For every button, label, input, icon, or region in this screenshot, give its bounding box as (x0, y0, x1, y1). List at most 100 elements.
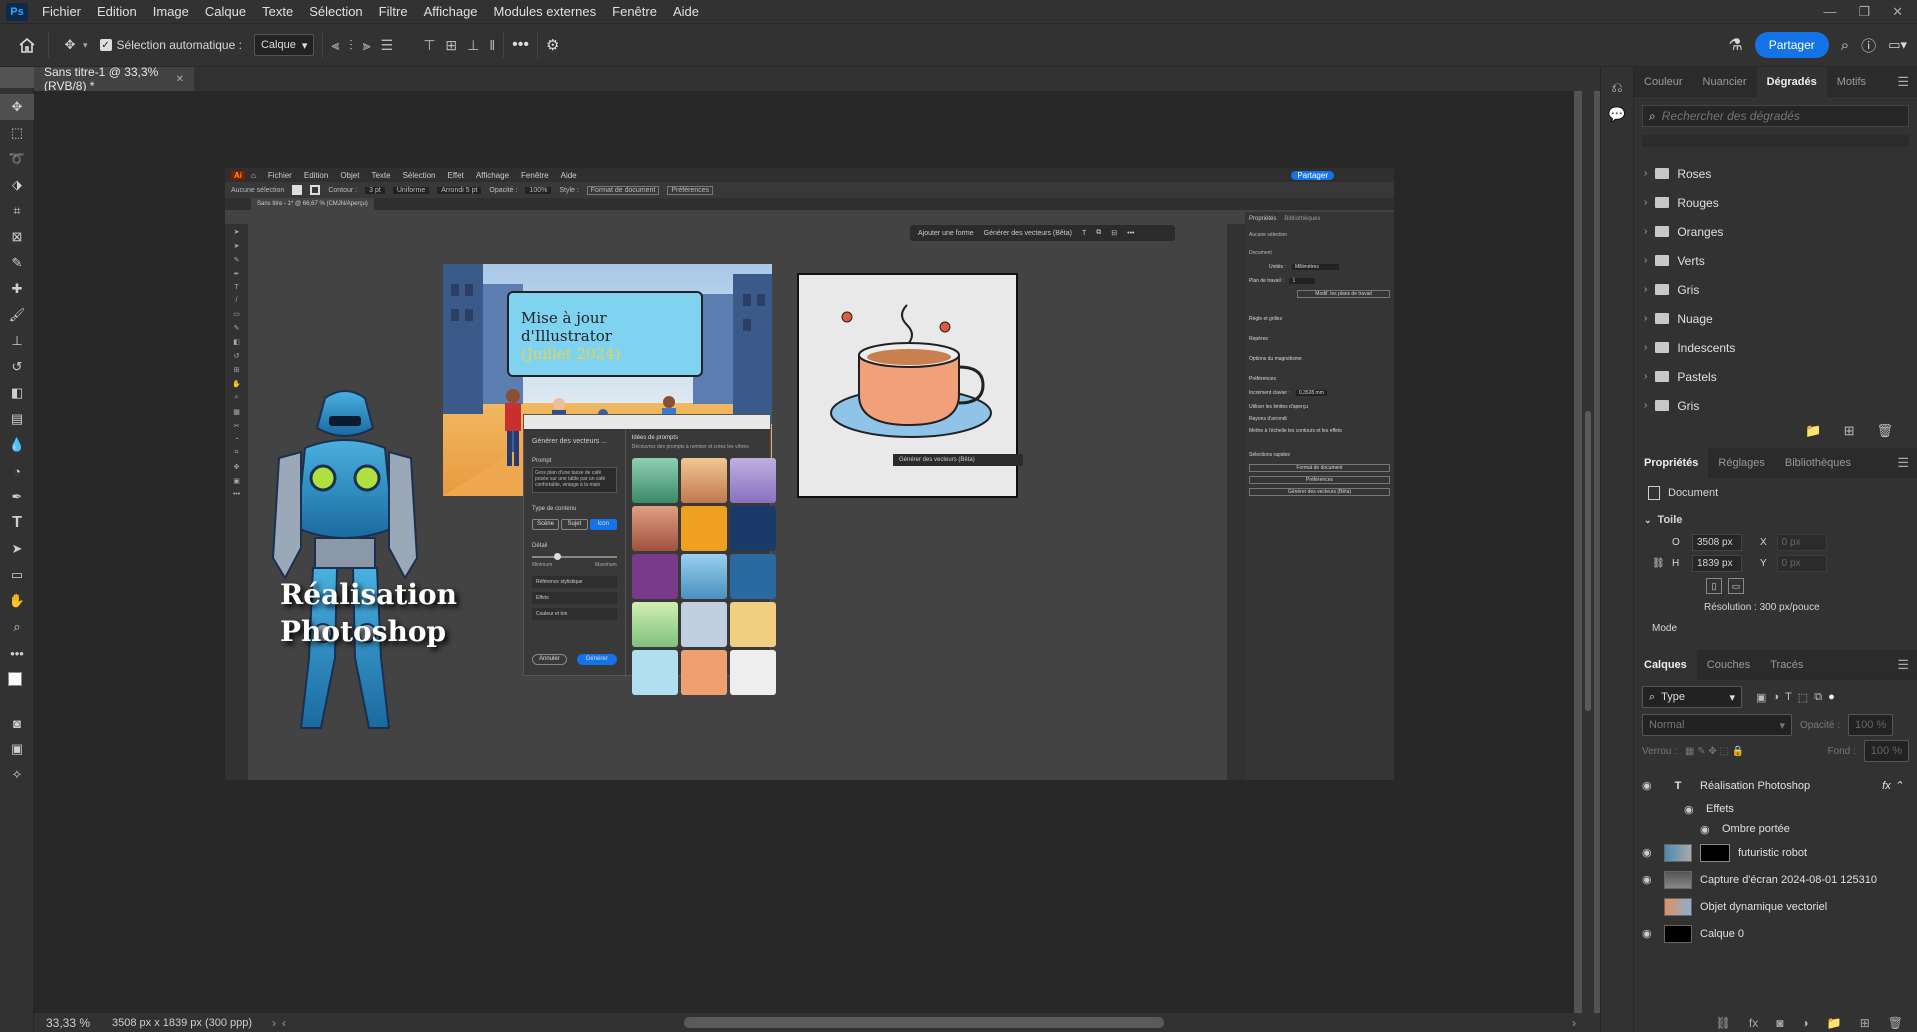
history-panel-icon[interactable]: ⎌ (1611, 79, 1622, 96)
help-icon[interactable]: ⓘ (1861, 35, 1876, 56)
align-middle-icon[interactable]: ⊞ (445, 37, 457, 54)
frame-tool-icon[interactable]: ⊠ (0, 224, 34, 250)
horizontal-scroll-thumb[interactable] (684, 1017, 1164, 1028)
rectangle-tool-icon[interactable]: ▭ (0, 562, 34, 588)
gradient-search[interactable]: ⌕ (1642, 105, 1909, 127)
adjustment-layer-icon[interactable]: ◑ (1802, 1016, 1809, 1030)
gradient-folder[interactable]: › Oranges (1634, 217, 1917, 246)
auto-select-checkbox[interactable]: ✓ Sélection automatique : (99, 38, 242, 52)
panel-menu-icon[interactable]: ☰ (1897, 657, 1917, 673)
eye-icon[interactable]: ◉ (1642, 927, 1656, 940)
home-icon[interactable] (14, 32, 40, 58)
panel-menu-icon[interactable]: ☰ (1897, 74, 1917, 90)
menu-selection[interactable]: Sélection (301, 0, 370, 23)
tab-nuancier[interactable]: Nuancier (1693, 67, 1757, 97)
menu-affichage[interactable]: Affichage (416, 0, 486, 23)
realisation-photoshop-text[interactable]: Réalisation Photoshop (280, 576, 520, 650)
flask-icon[interactable]: ⚗ (1728, 35, 1742, 55)
filter-pixel-icon[interactable]: ▣ (1756, 691, 1766, 704)
menu-texte[interactable]: Texte (254, 0, 301, 23)
quick-mask-icon[interactable]: ◙ (0, 710, 34, 736)
comments-panel-icon[interactable]: 💬 (1608, 106, 1625, 123)
settings-gear-icon[interactable]: ⚙ (546, 36, 559, 54)
chevron-down-icon[interactable]: ▾ (83, 40, 88, 51)
gradient-folder[interactable]: › Verts (1634, 246, 1917, 275)
width-field[interactable]: 3508 px (1692, 534, 1742, 551)
close-icon[interactable]: ✕ (1892, 4, 1903, 20)
menu-modules-externes[interactable]: Modules externes (486, 0, 605, 23)
menu-filtre[interactable]: Filtre (371, 0, 416, 23)
menu-image[interactable]: Image (145, 0, 197, 23)
menu-edition[interactable]: Edition (89, 0, 145, 23)
eraser-tool-icon[interactable]: ◧ (0, 380, 34, 406)
auto-select-dropdown[interactable]: Calque ▾ (253, 34, 315, 56)
brush-tool-icon[interactable]: 🖌 (0, 302, 34, 328)
x-field[interactable]: 0 px (1776, 534, 1827, 551)
dodge-tool-icon[interactable]: ◔ (0, 458, 34, 484)
gradient-search-input[interactable] (1661, 109, 1882, 123)
vertical-scrollbar[interactable] (1582, 91, 1594, 1013)
document-tab[interactable]: Sans titre-1 @ 33,3% (RVB/8) * ✕ (34, 65, 194, 93)
link-icon[interactable]: ⛓ (1652, 558, 1665, 569)
share-button[interactable]: Partager (1754, 32, 1829, 58)
pen-tool-icon[interactable]: ✒ (0, 484, 34, 510)
tab-proprietes[interactable]: Propriétés (1634, 447, 1709, 478)
new-folder-icon[interactable]: 📁 (1805, 423, 1821, 439)
tab-reglages[interactable]: Réglages (1708, 448, 1774, 478)
landscape-icon[interactable]: ▭ (1728, 578, 1744, 594)
align-bottom-icon[interactable]: ⊥ (467, 37, 479, 54)
gradient-folder[interactable]: › Nuage (1634, 304, 1917, 333)
eye-icon[interactable]: ◉ (1642, 846, 1656, 859)
add-mask-icon[interactable]: ◙ (1776, 1016, 1783, 1030)
filter-shape-icon[interactable]: ⬚ (1798, 691, 1808, 704)
foreground-color[interactable] (8, 672, 22, 686)
gradient-folder[interactable]: › Gris (1634, 275, 1917, 304)
height-field[interactable]: 1839 px (1692, 555, 1742, 572)
add-style-icon[interactable]: fx (1749, 1016, 1758, 1030)
delete-icon[interactable]: 🗑 (1876, 423, 1893, 439)
eye-icon[interactable]: ◉ (1642, 779, 1656, 792)
filter-smart-icon[interactable]: ⧉ (1814, 691, 1822, 704)
minimize-icon[interactable]: — (1823, 4, 1836, 20)
tab-calques[interactable]: Calques (1634, 649, 1697, 680)
new-layer-icon[interactable]: ⊞ (1860, 1016, 1870, 1030)
new-gradient-icon[interactable]: ⊞ (1844, 423, 1855, 439)
more-options-icon[interactable]: ••• (512, 36, 529, 54)
distribute-v-icon[interactable]: ‖ (489, 37, 495, 54)
tab-bibliotheques[interactable]: Bibliothèques (1775, 448, 1861, 478)
link-layers-icon[interactable]: ⛓ (1716, 1016, 1731, 1030)
gradient-folder[interactable]: › Gris (1634, 391, 1917, 420)
lasso-tool-icon[interactable]: ➰ (0, 146, 34, 172)
gradient-folder[interactable]: › Pastels (1634, 362, 1917, 391)
more-tools-icon[interactable]: ••• (0, 640, 34, 666)
filter-toggle-icon[interactable]: ● (1828, 691, 1835, 703)
scroll-left-icon[interactable]: ‹ (282, 1016, 286, 1030)
hand-tool-icon[interactable]: ✋ (0, 588, 34, 614)
gradient-folder[interactable]: › Indescents (1634, 333, 1917, 362)
chevron-down-icon[interactable]: ⌄ (1644, 515, 1652, 526)
gradient-folder[interactable]: › Rouges (1634, 188, 1917, 217)
color-swatches[interactable] (0, 666, 34, 710)
stamp-tool-icon[interactable]: ⊥ (0, 328, 34, 354)
layer-row[interactable]: ◉ Calque 0 (1634, 920, 1917, 947)
gradient-folder[interactable]: › Roses (1634, 159, 1917, 188)
lock-icons[interactable]: ▦ ✎ ✥ ⬚ 🔒 (1685, 746, 1744, 757)
zoom-tool-icon[interactable]: ⌕ (0, 614, 34, 640)
scroll-right-icon[interactable]: › (1572, 1016, 1576, 1030)
healing-tool-icon[interactable]: ✚ (0, 276, 34, 302)
tab-couleur[interactable]: Couleur (1634, 67, 1693, 97)
document-canvas[interactable]: Ai ⌂ Fichier Edition Objet Texte Sélecti… (225, 168, 1394, 780)
path-select-tool-icon[interactable]: ➤ (0, 536, 34, 562)
delete-layer-icon[interactable]: 🗑 (1888, 1016, 1903, 1030)
layer-row[interactable]: ◉ Capture d'écran 2024-08-01 125310 (1634, 866, 1917, 893)
layer-filter-dropdown[interactable]: ⌕ Type ▾ (1642, 686, 1742, 708)
eye-icon[interactable]: ◉ (1642, 873, 1656, 886)
layer-row[interactable]: ◉ Ombre portée (1634, 819, 1917, 839)
marquee-tool-icon[interactable]: ⬚ (0, 120, 34, 146)
history-brush-icon[interactable]: ↺ (0, 354, 34, 380)
align-top-icon[interactable]: ⊤ (423, 37, 435, 54)
opacity-field[interactable]: 100 % (1848, 714, 1894, 736)
maximize-icon[interactable]: ❐ (1858, 4, 1870, 20)
checkbox-checked-icon[interactable]: ✓ (99, 39, 112, 51)
layer-row[interactable]: ◉ Objet dynamique vectoriel (1634, 893, 1917, 920)
